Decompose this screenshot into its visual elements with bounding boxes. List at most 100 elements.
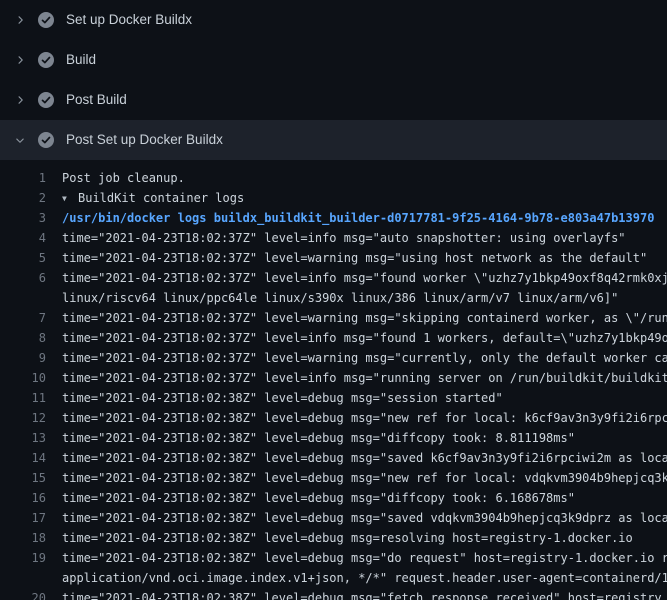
line-text-content: time="2021-04-23T18:02:37Z" level=info m… [62,331,667,345]
line-number: 3 [0,208,46,228]
check-circle-icon [38,12,54,28]
line-text: time="2021-04-23T18:02:37Z" level=info m… [62,268,667,288]
line-text: time="2021-04-23T18:02:37Z" level=warnin… [62,308,667,328]
line-number: 16 [0,488,46,508]
line-text: time="2021-04-23T18:02:38Z" level=debug … [62,548,667,568]
line-text: time="2021-04-23T18:02:38Z" level=debug … [62,528,633,548]
log-line: 3 /usr/bin/docker logs buildx_buildkit_b… [0,208,667,228]
line-text: time="2021-04-23T18:02:38Z" level=debug … [62,508,667,528]
line-text-content: time="2021-04-23T18:02:38Z" level=debug … [62,471,667,485]
chevron-right-icon[interactable] [12,92,28,108]
actions-log-viewer: Set up Docker Buildx Build P [0,0,667,600]
line-number: 12 [0,408,46,428]
log-line: 16 time="2021-04-23T18:02:38Z" level=deb… [0,488,667,508]
log-area[interactable]: 1 Post job cleanup. 2 ▼BuildKit containe… [0,160,667,600]
step-row-3[interactable]: Post Set up Docker Buildx [0,120,667,160]
line-number: 1 [0,168,46,188]
line-number: 4 [0,228,46,248]
line-number: 6 [0,268,46,288]
group-toggle-icon[interactable]: ▼ [62,189,78,208]
log-line: 8 time="2021-04-23T18:02:37Z" level=info… [0,328,667,348]
line-text-content: time="2021-04-23T18:02:38Z" level=debug … [62,511,667,525]
line-text: time="2021-04-23T18:02:38Z" level=debug … [62,468,667,488]
line-text: ▼BuildKit container logs [62,188,244,208]
step-label: Post Build [66,80,127,120]
log-line: 18 time="2021-04-23T18:02:38Z" level=deb… [0,528,667,548]
line-number: 9 [0,348,46,368]
line-text-content: linux/riscv64 linux/ppc64le linux/s390x … [62,291,618,305]
line-number: 13 [0,428,46,448]
line-text-content: Post job cleanup. [62,171,185,185]
line-text: time="2021-04-23T18:02:37Z" level=warnin… [62,348,667,368]
line-text-content: time="2021-04-23T18:02:38Z" level=debug … [62,551,667,565]
log-line: linux/riscv64 linux/ppc64le linux/s390x … [0,288,667,308]
line-number: 11 [0,388,46,408]
line-number: 8 [0,328,46,348]
chevron-right-icon[interactable] [12,12,28,28]
log-line: 2 ▼BuildKit container logs [0,188,667,208]
check-circle-icon [38,52,54,68]
line-text: time="2021-04-23T18:02:38Z" level=debug … [62,488,575,508]
line-text: time="2021-04-23T18:02:38Z" level=debug … [62,448,667,468]
step-row-1[interactable]: Build [0,40,667,80]
line-text: time="2021-04-23T18:02:37Z" level=info m… [62,368,667,388]
step-row-0[interactable]: Set up Docker Buildx [0,0,667,40]
step-label: Build [66,40,96,80]
check-circle-icon [38,132,54,148]
chevron-down-icon[interactable] [12,132,28,148]
log-line: 20 time="2021-04-23T18:02:38Z" level=deb… [0,588,667,600]
log-line: 12 time="2021-04-23T18:02:38Z" level=deb… [0,408,667,428]
line-text-content: time="2021-04-23T18:02:38Z" level=debug … [62,431,575,445]
line-number [0,568,46,588]
line-text-content: time="2021-04-23T18:02:38Z" level=debug … [62,491,575,505]
step-label: Set up Docker Buildx [66,0,192,40]
line-text-content: time="2021-04-23T18:02:37Z" level=info m… [62,271,667,285]
line-text: time="2021-04-23T18:02:38Z" level=debug … [62,408,667,428]
chevron-right-icon[interactable] [12,52,28,68]
line-number: 14 [0,448,46,468]
line-text-content: time="2021-04-23T18:02:38Z" level=debug … [62,391,503,405]
line-number [0,288,46,308]
line-text-content: BuildKit container logs [78,191,244,205]
line-text: time="2021-04-23T18:02:38Z" level=debug … [62,428,575,448]
line-number: 20 [0,588,46,600]
log-line: 6 time="2021-04-23T18:02:37Z" level=info… [0,268,667,288]
line-text-content: time="2021-04-23T18:02:37Z" level=warnin… [62,311,667,325]
line-text: application/vnd.oci.image.index.v1+json,… [62,568,667,588]
log-line: 17 time="2021-04-23T18:02:38Z" level=deb… [0,508,667,528]
line-text: /usr/bin/docker logs buildx_buildkit_bui… [62,208,654,228]
log-line: 7 time="2021-04-23T18:02:37Z" level=warn… [0,308,667,328]
line-text: time="2021-04-23T18:02:38Z" level=debug … [62,588,662,600]
line-text-content: time="2021-04-23T18:02:38Z" level=debug … [62,531,633,545]
line-text: time="2021-04-23T18:02:37Z" level=info m… [62,328,667,348]
line-text: time="2021-04-23T18:02:37Z" level=info m… [62,228,626,248]
log-line: 10 time="2021-04-23T18:02:37Z" level=inf… [0,368,667,388]
line-text: Post job cleanup. [62,168,185,188]
line-text-content: time="2021-04-23T18:02:38Z" level=debug … [62,411,667,425]
line-number: 7 [0,308,46,328]
step-row-2[interactable]: Post Build [0,80,667,120]
line-number: 2 [0,188,46,208]
line-text-content: time="2021-04-23T18:02:38Z" level=debug … [62,451,667,465]
log-line: 19 time="2021-04-23T18:02:38Z" level=deb… [0,548,667,568]
line-text-content: time="2021-04-23T18:02:37Z" level=info m… [62,231,626,245]
line-text-content: time="2021-04-23T18:02:37Z" level=warnin… [62,351,667,365]
line-text: linux/riscv64 linux/ppc64le linux/s390x … [62,288,618,308]
line-text-content: application/vnd.oci.image.index.v1+json,… [62,571,667,585]
line-text-content: /usr/bin/docker logs buildx_buildkit_bui… [62,211,654,225]
line-text: time="2021-04-23T18:02:38Z" level=debug … [62,388,503,408]
line-number: 15 [0,468,46,488]
log-line: 1 Post job cleanup. [0,168,667,188]
line-number: 10 [0,368,46,388]
log-line: 4 time="2021-04-23T18:02:37Z" level=info… [0,228,667,248]
check-circle-icon [38,92,54,108]
steps-list: Set up Docker Buildx Build P [0,0,667,160]
log-line: 15 time="2021-04-23T18:02:38Z" level=deb… [0,468,667,488]
line-number: 19 [0,548,46,568]
line-number: 5 [0,248,46,268]
line-text-content: time="2021-04-23T18:02:37Z" level=warnin… [62,251,647,265]
log-line: 9 time="2021-04-23T18:02:37Z" level=warn… [0,348,667,368]
line-text-content: time="2021-04-23T18:02:37Z" level=info m… [62,371,667,385]
step-label: Post Set up Docker Buildx [66,120,223,160]
log-line: 14 time="2021-04-23T18:02:38Z" level=deb… [0,448,667,468]
